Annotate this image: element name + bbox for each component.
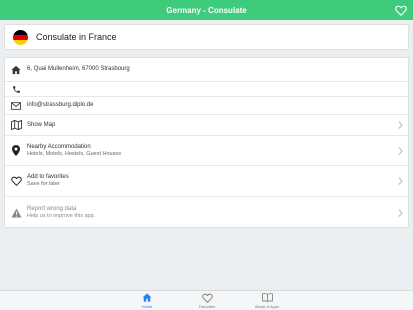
heart-tab-icon [201, 292, 213, 303]
nearby-accommodation-label: Nearby Accommodation [27, 143, 91, 150]
add-to-favorites-label: Add to favorites [27, 174, 69, 180]
warning-icon [10, 207, 22, 219]
chevron-right-icon [397, 146, 403, 156]
top-bar: Germany - Consulate [0, 0, 413, 20]
germany-flag-icon [13, 29, 28, 45]
tab-favorites[interactable]: Favorites [177, 292, 237, 310]
map-icon [10, 119, 22, 131]
report-wrong-data-row[interactable]: Report wrong data Help us to improve thi… [5, 197, 408, 228]
add-to-favorites-row[interactable]: Add to favorites Save for later [5, 166, 408, 197]
show-map-row[interactable]: Show Map [5, 115, 408, 136]
details-list: 6, Quai Mullenheim, 67000 Strasbourg inf… [4, 57, 409, 228]
address-row[interactable]: 6, Quai Mullenheim, 67000 Strasbourg [5, 58, 408, 82]
location-pin-icon [10, 145, 22, 157]
consulate-header-card: Consulate in France [4, 24, 409, 50]
tab-about-apps-label: About & Apps [254, 304, 280, 309]
phone-icon [10, 83, 22, 95]
chevron-right-icon [397, 120, 403, 130]
nearby-accommodation-subtitle: Hotels, Motels, Hostels, Guest Houses [27, 150, 122, 157]
chevron-right-icon [397, 208, 403, 218]
heart-outline-icon [10, 175, 22, 187]
mail-icon [10, 100, 22, 112]
book-tab-icon [261, 292, 273, 303]
tab-home[interactable]: Home [117, 292, 177, 310]
show-map-label: Show Map [27, 121, 56, 128]
email-row[interactable]: info@strassburg.diplo.de [5, 97, 408, 115]
home-tab-icon [142, 292, 153, 303]
report-wrong-data-subtitle: Help us to improve this app. [27, 212, 96, 219]
app-title: Germany - Consulate [166, 5, 247, 15]
tab-home-label: Home [141, 304, 153, 309]
report-wrong-data-label: Report wrong data [27, 205, 77, 212]
nearby-accommodation-row[interactable]: Nearby Accommodation Hotels, Motels, Hos… [5, 136, 408, 166]
page-title: Consulate in France [36, 32, 117, 42]
add-to-favorites-subtitle: Save for later [27, 181, 60, 187]
home-icon [10, 64, 22, 76]
chevron-right-icon [397, 176, 403, 186]
phone-row[interactable] [5, 82, 408, 97]
tab-favorites-label: Favorites [198, 304, 216, 309]
tab-about-apps[interactable]: About & Apps [237, 292, 297, 310]
bottom-tab-bar: Home Favorites About & Apps [0, 290, 413, 310]
email-text: info@strassburg.diplo.de [27, 102, 94, 108]
address-text: 6, Quai Mullenheim, 67000 Strasbourg [27, 66, 130, 72]
favorite-heart-icon[interactable] [394, 3, 408, 17]
